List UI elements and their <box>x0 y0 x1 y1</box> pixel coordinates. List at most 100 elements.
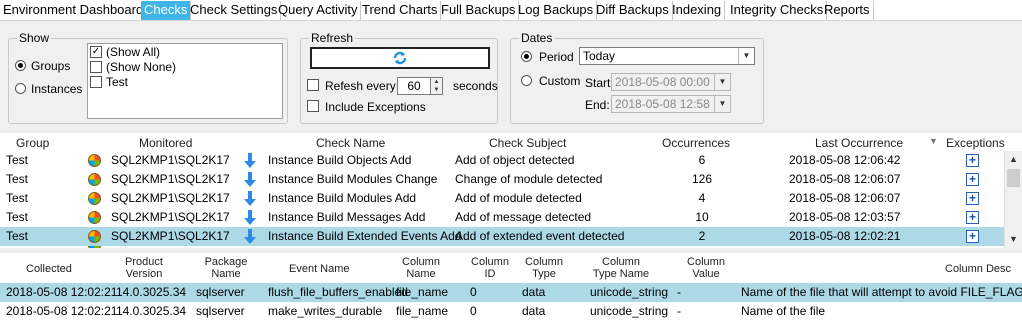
table-row[interactable]: Test SQL2KMP1\SQL2K17 Instance Build Mes… <box>0 208 1004 227</box>
cell-check-subject: Add of extended event detected <box>455 229 625 243</box>
col-collected[interactable]: Collected <box>26 263 72 275</box>
col-event-name[interactable]: Event Name <box>289 263 350 275</box>
period-radio[interactable] <box>521 51 532 62</box>
col-package-name[interactable]: Package Name <box>204 256 248 280</box>
include-exceptions-label[interactable]: Include Exceptions <box>325 100 426 114</box>
cell-column-type: data <box>522 304 546 318</box>
tab-full-backups[interactable]: Full Backups <box>438 1 520 20</box>
start-date-picker[interactable]: 2018-05-08 00:00 ▼ <box>611 73 731 91</box>
show-all-checkbox[interactable]: ✓ <box>90 46 102 58</box>
tab-checks[interactable]: Checks <box>141 1 192 20</box>
custom-radio[interactable] <box>521 75 532 86</box>
show-none-checkbox[interactable] <box>90 61 102 73</box>
checks-scrollbar[interactable]: ▲ ▼ <box>1004 151 1022 248</box>
show-groupbox: Show Groups Instances ✓ (Show All) (Show… <box>8 31 288 124</box>
period-select[interactable]: Today ▼ <box>579 47 755 65</box>
groups-radio[interactable] <box>15 60 26 71</box>
chevron-down-icon[interactable]: ▼ <box>714 96 730 112</box>
groups-radio-label[interactable]: Groups <box>31 59 70 73</box>
table-row[interactable]: Test SQL2KMP1\SQL2K17 Instance Build Ext… <box>0 227 1004 246</box>
cell-column-value: - <box>677 285 681 299</box>
cell-last-occurrence: 2018-05-08 12:06:07 <box>789 191 901 205</box>
start-label: Start: <box>585 76 614 90</box>
tab-query-activity[interactable]: Query Activity <box>275 1 362 20</box>
cell-column-id: 0 <box>470 304 477 318</box>
show-test-label[interactable]: Test <box>106 75 128 89</box>
custom-radio-label[interactable]: Custom <box>539 74 580 88</box>
tab-log-backups[interactable]: Log Backups <box>515 1 598 20</box>
col-occurrences[interactable]: Occurrences <box>662 136 730 150</box>
refresh-every-checkbox[interactable] <box>307 79 319 91</box>
spin-down-icon[interactable]: ▼ <box>431 86 442 94</box>
start-date-value: 2018-05-08 00:00 <box>615 75 710 89</box>
table-row[interactable]: Test SQL2KMP1\SQL2K17 Instance Build Mod… <box>0 170 1004 189</box>
scroll-up-icon[interactable]: ▲ <box>1005 151 1022 168</box>
cell-check-subject: Add of message detected <box>455 210 592 224</box>
chevron-down-icon[interactable]: ▼ <box>714 74 730 90</box>
table-row[interactable]: Test SQL2KMP1\SQL2K17 Instance Build Mod… <box>0 189 1004 208</box>
down-arrow-icon <box>244 172 256 187</box>
refresh-interval-input[interactable]: 60 <box>397 77 431 95</box>
tab-reports[interactable]: Reports <box>821 1 874 20</box>
cell-event-name: make_writes_durable <box>268 304 383 318</box>
spin-up-icon[interactable]: ▲ <box>431 78 442 86</box>
tab-check-settings[interactable]: Check Settings <box>187 1 282 20</box>
table-row[interactable]: 2018-05-08 12:02:21 14.0.3025.34 sqlserv… <box>0 283 1022 302</box>
table-row[interactable]: 2018-05-08 12:02:21 14.0.3025.34 sqlserv… <box>0 302 1022 321</box>
scroll-down-icon[interactable]: ▼ <box>1005 231 1022 248</box>
cell-group: Test <box>6 191 29 205</box>
plus-icon[interactable]: + <box>966 211 979 224</box>
col-monitored[interactable]: Monitored <box>139 136 192 150</box>
col-product-version[interactable]: Product Version <box>122 256 166 280</box>
tab-environment-dashboard[interactable]: Environment Dashboard <box>0 1 148 20</box>
col-column-id[interactable]: Column ID <box>470 256 510 280</box>
chevron-down-icon[interactable]: ▼ <box>738 48 754 64</box>
col-column-type[interactable]: Column Type <box>522 256 566 280</box>
windows-instance-icon <box>88 230 101 243</box>
tab-integrity-checks[interactable]: Integrity Checks <box>727 1 828 20</box>
end-date-picker[interactable]: 2018-05-08 12:58 ▼ <box>611 95 731 113</box>
cell-check-name: Instance Build Objects Add <box>268 153 412 167</box>
tab-trend-charts[interactable]: Trend Charts <box>359 1 442 20</box>
tab-diff-backups[interactable]: Diff Backups <box>593 1 673 20</box>
instances-radio[interactable] <box>15 83 26 94</box>
show-all-label[interactable]: (Show All) <box>106 45 160 59</box>
col-last-occurrence[interactable]: Last Occurrence <box>815 136 903 150</box>
cell-last-occurrence: 2018-05-08 12:02:21 <box>789 229 901 243</box>
tab-indexing[interactable]: Indexing <box>669 1 726 20</box>
windows-instance-icon <box>88 154 101 167</box>
cell-product-version: 14.0.3025.34 <box>116 304 187 318</box>
plus-icon[interactable]: + <box>966 173 979 186</box>
col-column-type-name[interactable]: Column Type Name <box>590 256 652 280</box>
plus-icon[interactable]: + <box>966 230 979 243</box>
windows-instance-icon <box>88 211 101 224</box>
col-group[interactable]: Group <box>16 136 49 150</box>
checks-grid-header: Group Monitored Check Name Check Subject… <box>0 134 1022 151</box>
cell-occurrences: 4 <box>698 191 706 205</box>
col-column-name[interactable]: Column Name <box>398 256 444 280</box>
cell-last-occurrence: 2018-05-08 12:03:57 <box>789 210 901 224</box>
col-check-name[interactable]: Check Name <box>316 136 385 150</box>
cell-column-id: 0 <box>470 285 477 299</box>
instances-radio-label[interactable]: Instances <box>31 82 82 96</box>
table-row[interactable]: Test SQL2KMP1\SQL2K17 Instance Build Obj… <box>0 151 1004 170</box>
col-check-subject[interactable]: Check Subject <box>489 136 566 150</box>
show-test-checkbox[interactable] <box>90 76 102 88</box>
plus-icon[interactable]: + <box>966 192 979 205</box>
period-radio-label[interactable]: Period <box>539 50 574 64</box>
dates-groupbox: Dates Period Today ▼ Custom Start: 2018-… <box>510 31 764 124</box>
include-exceptions-checkbox[interactable] <box>307 100 319 112</box>
cell-group: Test <box>6 229 29 243</box>
col-column-value[interactable]: Column Value <box>684 256 728 280</box>
show-checklist[interactable]: ✓ (Show All) (Show None) Test <box>87 43 283 119</box>
col-column-desc[interactable]: Column Desc <box>945 263 1011 275</box>
scroll-thumb[interactable] <box>1007 169 1020 187</box>
cell-product-version: 14.0.3025.34 <box>116 285 187 299</box>
tab-bar: Environment Dashboard Checks Check Setti… <box>0 0 1022 20</box>
refresh-button[interactable] <box>310 47 490 69</box>
plus-icon[interactable]: + <box>966 154 979 167</box>
refresh-interval-spinner[interactable]: ▲ ▼ <box>430 77 443 95</box>
show-none-label[interactable]: (Show None) <box>106 60 176 74</box>
col-exceptions[interactable]: Exceptions <box>946 136 1005 150</box>
refresh-every-label[interactable]: Refesh every <box>325 79 396 93</box>
